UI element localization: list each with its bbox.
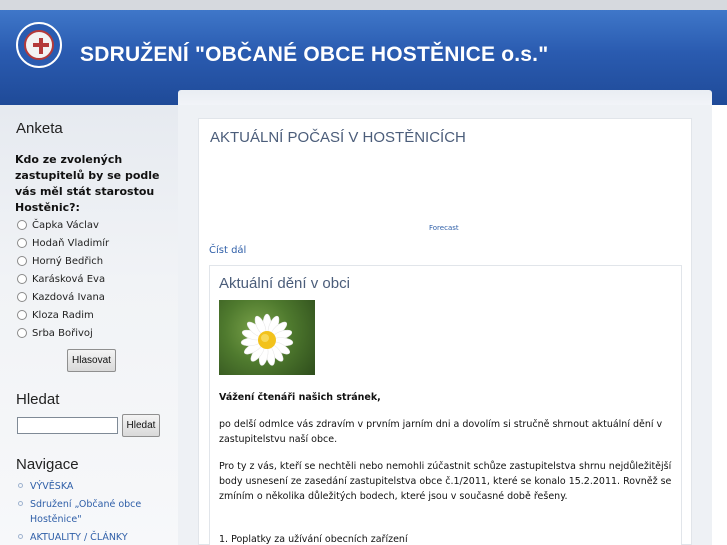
- poll-option[interactable]: Hodaň Vladimír: [17, 234, 109, 252]
- nav-item-label[interactable]: Sdružení „Občané obce Hostěnice": [30, 497, 176, 527]
- paragraph-3: 1. Poplatky za užívání obecních zařízení: [219, 534, 408, 545]
- search-button[interactable]: Hledat: [122, 414, 160, 437]
- radio-icon[interactable]: [17, 328, 27, 338]
- radio-icon[interactable]: [17, 238, 27, 248]
- radio-icon[interactable]: [17, 220, 27, 230]
- greeting: Vážení čtenáři našich stránek,: [219, 392, 381, 403]
- poll-heading: Anketa: [16, 120, 63, 137]
- poll-option-label: Hodaň Vladimír: [32, 237, 110, 249]
- poll-option-label: Horný Bedřich: [32, 255, 104, 267]
- site-title[interactable]: SDRUŽENÍ "OBČANÉ OBCE HOSTĚNICE o.s.": [80, 43, 548, 67]
- poll-option[interactable]: Čapka Václav: [17, 216, 109, 234]
- navigation-heading: Navigace: [16, 456, 79, 473]
- radio-icon[interactable]: [17, 310, 27, 320]
- radio-icon[interactable]: [17, 274, 27, 284]
- poll-option[interactable]: Srba Bořivoj: [17, 324, 109, 342]
- poll-options: Čapka Václav Hodaň Vladimír Horný Bedřic…: [17, 216, 109, 342]
- poll-option-label: Čapka Václav: [32, 219, 99, 231]
- radio-icon[interactable]: [17, 256, 27, 266]
- vote-button[interactable]: Hlasovat: [67, 349, 116, 372]
- poll-option[interactable]: Kazdová Ivana: [17, 288, 109, 306]
- seal-inner: [24, 30, 54, 60]
- daisy-photo: [219, 300, 315, 375]
- nav-item-label[interactable]: AKTUALITY / ČLÁNKY: [30, 530, 128, 545]
- poll-option-label: Karásková Eva: [32, 273, 106, 285]
- nav-item-label[interactable]: VÝVĚSKA: [30, 479, 73, 494]
- poll-question: Kdo ze zvolených zastupitelů by se podle…: [15, 153, 160, 214]
- daisy-icon: [240, 313, 294, 366]
- association-seal-icon[interactable]: [16, 22, 62, 68]
- navigation-list: VÝVĚSKA Sdružení „Občané obce Hostěnice"…: [18, 479, 176, 545]
- seal-cross-horizontal: [33, 43, 49, 47]
- bullet-icon: [18, 501, 23, 506]
- nav-item-aktuality[interactable]: AKTUALITY / ČLÁNKY: [18, 530, 176, 545]
- forecast-link[interactable]: Forecast: [429, 224, 459, 232]
- search-input[interactable]: [17, 417, 118, 434]
- bullet-icon: [18, 534, 23, 539]
- sidebar: Anketa Kdo ze zvolených zastupitelů by s…: [0, 105, 178, 545]
- paragraph-1: po delší odmlce vás zdravím v prvním jar…: [219, 419, 663, 445]
- radio-icon[interactable]: [17, 292, 27, 302]
- poll-option[interactable]: Horný Bedřich: [17, 252, 109, 270]
- nav-item-sdruzeni[interactable]: Sdružení „Občané obce Hostěnice": [18, 497, 176, 527]
- bullet-icon: [18, 483, 23, 488]
- paragraph-2: Pro ty z vás, kteří se nechtěli nebo nem…: [219, 461, 672, 502]
- poll-option-label: Kloza Radim: [32, 309, 94, 321]
- nav-item-vyveska[interactable]: VÝVĚSKA: [18, 479, 176, 494]
- poll-option[interactable]: Karásková Eva: [17, 270, 109, 288]
- site-header: SDRUŽENÍ "OBČANÉ OBCE HOSTĚNICE o.s.": [0, 10, 727, 115]
- weather-article-title[interactable]: AKTUÁLNÍ POČASÍ V HOSTĚNICÍCH: [210, 129, 466, 146]
- news-article-title[interactable]: Aktuální dění v obci: [219, 275, 350, 292]
- browser-top-strip: [0, 0, 727, 10]
- search-heading: Hledat: [16, 391, 60, 408]
- read-more-link[interactable]: Číst dál: [209, 245, 246, 256]
- poll-option-label: Srba Bořivoj: [32, 327, 93, 339]
- poll-option[interactable]: Kloza Radim: [17, 306, 109, 324]
- poll-option-label: Kazdová Ivana: [32, 291, 105, 303]
